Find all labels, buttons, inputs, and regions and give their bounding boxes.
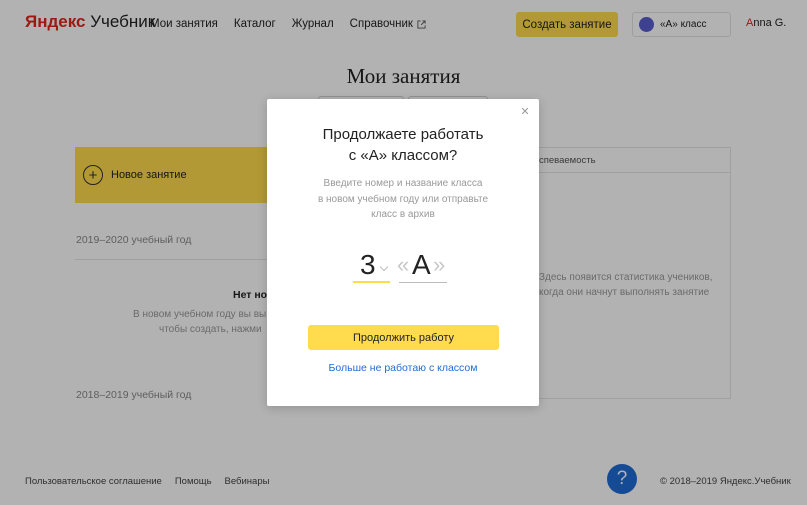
- continue-work-button[interactable]: Продолжить работу: [308, 325, 499, 350]
- quote-close: »: [433, 252, 446, 277]
- dialog-title: Продолжаете работать с «А» классом?: [267, 124, 539, 166]
- continue-class-dialog: ✕ Продолжаете работать с «А» классом? Вв…: [267, 99, 539, 406]
- quote-open: «: [397, 252, 410, 277]
- grade-number-value: 3: [360, 249, 376, 280]
- close-icon[interactable]: ✕: [519, 106, 531, 118]
- dialog-description-line-1: Введите номер и название класса: [323, 178, 483, 189]
- grade-number-select[interactable]: 3: [353, 246, 390, 283]
- chevron-down-icon: [379, 262, 389, 272]
- dialog-description-line-3: класс в архив: [371, 209, 435, 220]
- dialog-description-line-2: в новом учебном году или отправьте: [317, 193, 489, 205]
- class-letter-value: А: [412, 249, 431, 280]
- dialog-title-line-2: с «А» классом?: [348, 147, 458, 164]
- class-letter-input[interactable]: « А »: [397, 246, 447, 283]
- dialog-description: Введите номер и название класса в новом …: [267, 176, 539, 223]
- stop-working-with-class-link[interactable]: Больше не работаю с классом: [267, 362, 539, 374]
- dialog-title-line-1: Продолжаете работать: [322, 126, 484, 143]
